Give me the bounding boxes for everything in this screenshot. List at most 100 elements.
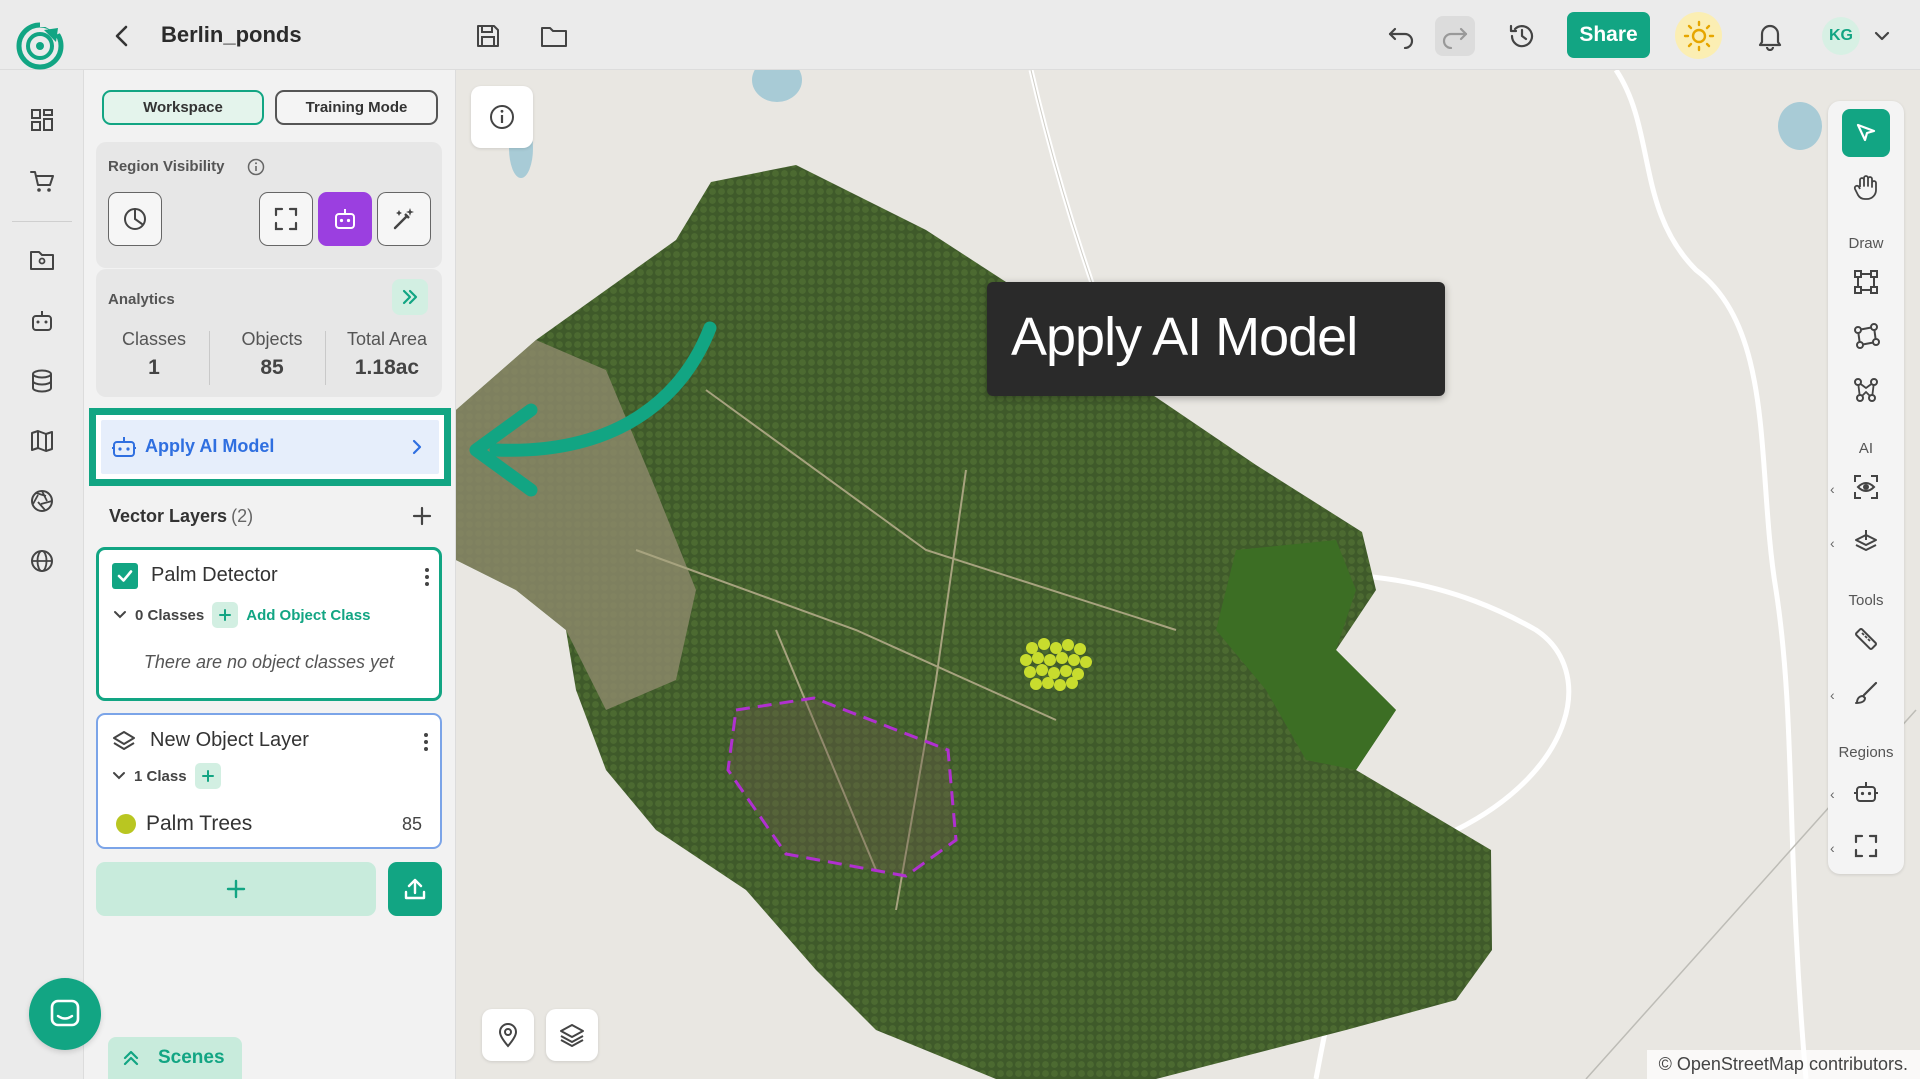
measure-tool-button[interactable]: [1842, 615, 1890, 663]
draw-polygon-button[interactable]: [1842, 312, 1890, 360]
ai-segment-button[interactable]: [1842, 517, 1890, 565]
history-button[interactable]: [1502, 16, 1542, 56]
add-object-class-link[interactable]: Add Object Class: [246, 607, 370, 624]
map-info-button[interactable]: [471, 86, 533, 148]
share-button[interactable]: Share: [1567, 12, 1650, 58]
rail-ai-models[interactable]: [24, 303, 60, 339]
layer-visibility-checkbox[interactable]: [112, 563, 138, 589]
region-timer-button[interactable]: [108, 192, 162, 246]
map-icon: [31, 430, 53, 452]
layer-menu-button[interactable]: [416, 729, 436, 755]
rail-globe[interactable]: [24, 543, 60, 579]
chevron-down-icon[interactable]: [112, 769, 126, 783]
notifications-button[interactable]: [1750, 16, 1790, 56]
class-name: Palm Trees: [146, 812, 253, 835]
back-button[interactable]: [106, 18, 138, 54]
apply-ai-model-label: Apply AI Model: [145, 436, 275, 456]
select-tool-button[interactable]: [1842, 109, 1890, 157]
robot-icon: [32, 311, 52, 331]
upload-layer-button[interactable]: [388, 862, 442, 916]
region-ai-button[interactable]: [318, 192, 372, 246]
brush-expand-caret[interactable]: ‹: [1830, 688, 1840, 702]
top-bar: Berlin_ponds Share KG: [0, 0, 1920, 70]
rail-maps[interactable]: [24, 423, 60, 459]
open-folder-button[interactable]: [534, 16, 574, 56]
folder-icon: [541, 27, 567, 47]
analytics-expand-button[interactable]: [392, 279, 428, 315]
layer-menu-button[interactable]: [417, 564, 437, 590]
rail-data[interactable]: [24, 363, 60, 399]
tab-training-mode[interactable]: Training Mode: [275, 90, 438, 125]
map-background: [456, 70, 1917, 1079]
layer-classes-count: 1 Class: [134, 767, 187, 785]
magic-wand-icon: [393, 208, 414, 230]
map-canvas[interactable]: Apply AI Model © OpenStreetMap contribut…: [456, 70, 1920, 1079]
tooltip-text: Apply AI Model: [1011, 307, 1358, 367]
section-label-ai: AI: [1858, 440, 1874, 457]
layer-name: Palm Detector: [151, 564, 278, 586]
region-fullscreen-button[interactable]: [259, 192, 313, 246]
robot-icon: [335, 209, 355, 229]
analytics-title: Analytics: [108, 291, 175, 308]
add-layer-button[interactable]: [96, 862, 376, 916]
ai-segment-expand-caret[interactable]: ‹: [1830, 536, 1840, 550]
rail-projects[interactable]: [24, 242, 60, 278]
theme-toggle-button[interactable]: [1675, 12, 1722, 59]
layer-classes-row: 0 Classes Add Object Class: [113, 602, 370, 628]
plus-icon: [201, 770, 214, 782]
class-object-count: 85: [401, 813, 422, 834]
draw-rectangle-button[interactable]: [1842, 258, 1890, 306]
region-ai-tool-button[interactable]: [1842, 768, 1890, 816]
cart-icon: [30, 171, 54, 192]
draw-vertices-button[interactable]: [1842, 366, 1890, 414]
region-frame-tool-button[interactable]: [1842, 822, 1890, 870]
save-button[interactable]: [468, 16, 508, 56]
stat-divider: [325, 331, 326, 385]
region-frame-expand-caret[interactable]: ‹: [1830, 841, 1840, 855]
layer-card-palm-detector[interactable]: Palm Detector 0 Classes Add Object Class…: [96, 547, 442, 701]
map-attribution[interactable]: © OpenStreetMap contributors.: [1646, 1050, 1920, 1079]
tab-workspace[interactable]: Workspace: [102, 90, 264, 125]
layer-card-new-object-layer[interactable]: New Object Layer 1 Class Palm Trees 85: [96, 713, 442, 849]
robot-icon: [1854, 782, 1878, 802]
rail-dashboard[interactable]: [24, 102, 60, 138]
upload-icon: [404, 878, 426, 900]
ai-detect-expand-caret[interactable]: ‹: [1830, 482, 1840, 496]
region-wand-button[interactable]: [377, 192, 431, 246]
rail-3d[interactable]: [24, 483, 60, 519]
map-layers-button[interactable]: [546, 1009, 598, 1061]
account-menu-chevron[interactable]: [1870, 24, 1894, 48]
add-class-button[interactable]: [194, 763, 221, 789]
info-icon[interactable]: [247, 158, 265, 176]
class-row-palm-trees[interactable]: Palm Trees 85: [116, 809, 422, 839]
side-panel: Workspace Training Mode Region Visibilit…: [84, 70, 456, 1079]
rail-divider: [12, 221, 72, 222]
map-location-button[interactable]: [482, 1009, 534, 1061]
region-ai-expand-caret[interactable]: ‹: [1830, 787, 1840, 801]
section-label-tools: Tools: [1848, 592, 1884, 609]
scenes-toggle-button[interactable]: Scenes: [108, 1037, 242, 1079]
user-avatar[interactable]: KG: [1822, 17, 1860, 55]
undo-button[interactable]: [1381, 16, 1421, 56]
rail-marketplace[interactable]: [24, 163, 60, 199]
stat-classes: Classes 1: [106, 329, 202, 380]
pointer-icon: [1856, 123, 1876, 142]
brush-tool-button[interactable]: [1842, 669, 1890, 717]
check-icon: [117, 570, 133, 582]
pan-tool-button[interactable]: [1842, 163, 1890, 211]
save-icon: [477, 25, 499, 47]
support-chat-button[interactable]: [29, 978, 101, 1050]
stat-value: 1.18ac: [354, 356, 420, 379]
apply-ai-model-button[interactable]: Apply AI Model: [101, 420, 439, 474]
expand-frame-icon: [1854, 834, 1878, 858]
database-icon: [32, 369, 52, 393]
scan-eye-icon: [1854, 475, 1878, 499]
app-logo[interactable]: [14, 20, 66, 72]
redo-button[interactable]: [1435, 16, 1475, 56]
stat-objects: Objects 85: [218, 329, 326, 380]
ai-detect-button[interactable]: [1842, 463, 1890, 511]
add-class-button[interactable]: [212, 602, 239, 628]
add-vector-layer-button[interactable]: [408, 502, 436, 530]
pie-clock-icon: [124, 208, 146, 230]
chevron-down-icon[interactable]: [113, 608, 127, 622]
